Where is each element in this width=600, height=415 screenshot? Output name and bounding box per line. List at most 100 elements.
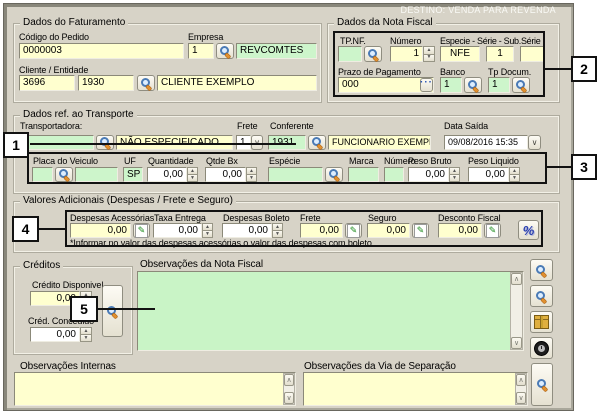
desconto-fiscal-field[interactable]: 0,00 (438, 223, 482, 238)
peso-bruto-spinner[interactable]: ▲▼ (449, 167, 460, 182)
cred-concedido-spinner[interactable]: ▲▼ (80, 327, 92, 342)
tpnf-search-button[interactable] (364, 46, 382, 62)
cliente-code1-field[interactable]: 3696 (19, 75, 75, 91)
chevron-up-icon: ∧ (514, 276, 519, 283)
edit-note-icon: ✎ (347, 224, 360, 238)
obs-internas-textarea[interactable] (14, 372, 296, 406)
transportadora-search-button[interactable] (96, 135, 114, 150)
prazo-ellipsis-button[interactable]: ··· (420, 78, 433, 92)
quantidade-spinner[interactable]: ▲▼ (187, 167, 198, 182)
seguro-edit-button[interactable]: ✎ (412, 223, 429, 238)
placa-code-field[interactable] (32, 167, 53, 182)
scroll-up-button[interactable]: ∧ (516, 374, 526, 386)
spin-up-icon[interactable]: ▲ (80, 327, 92, 334)
spin-up-icon[interactable]: ▲ (449, 167, 460, 174)
placa-search-button[interactable] (55, 167, 73, 182)
spin-up-icon[interactable]: ▲ (272, 223, 283, 230)
empresa-name-field[interactable]: REVCOMTES (236, 43, 317, 59)
obs-nota-fiscal-textarea[interactable] (137, 271, 524, 351)
empresa-search-button[interactable] (216, 43, 234, 59)
percent-button[interactable]: % (518, 220, 539, 240)
side-search-button-1[interactable] (530, 259, 553, 281)
taxa-entrega-spinner[interactable]: ▲▼ (202, 223, 213, 238)
spin-down-icon[interactable]: ▼ (423, 54, 435, 63)
spin-up-icon[interactable]: ▲ (509, 167, 520, 174)
spin-down-icon[interactable]: ▼ (202, 230, 213, 238)
spin-down-icon[interactable]: ▼ (187, 174, 198, 182)
peso-liquido-field[interactable]: 0,00 (468, 167, 509, 182)
spin-up-icon[interactable]: ▲ (187, 167, 198, 174)
especie2-field[interactable] (268, 167, 323, 182)
tpnf-field[interactable] (338, 46, 362, 62)
placa-label: Placa do Veiculo (33, 156, 98, 166)
despesas-acessorias-field[interactable]: 0,00 (70, 223, 131, 238)
peso-liquido-spinner[interactable]: ▲▼ (509, 167, 520, 182)
cliente-name-field[interactable]: CLIENTE EXEMPLO (157, 75, 317, 91)
serie-field[interactable]: 1 (486, 46, 514, 62)
frete-valor-field[interactable]: 0,00 (300, 223, 343, 238)
frete-dropdown-button[interactable]: ∨ (251, 135, 263, 150)
numero-field[interactable]: 1 (390, 46, 423, 62)
obs-nota-fiscal-scrollbar[interactable]: ∧ ∨ (510, 272, 523, 350)
spin-down-icon[interactable]: ▼ (246, 174, 257, 182)
tpdocum-search-button[interactable] (512, 77, 530, 93)
cliente-code2-field[interactable]: 1930 (78, 75, 134, 91)
placa-name-field[interactable] (75, 167, 118, 182)
codigo-pedido-field[interactable]: 0000003 (19, 43, 184, 59)
transportadora-code-field[interactable]: 1 (19, 135, 94, 150)
marca-field[interactable] (348, 167, 379, 182)
tpdocum-field[interactable]: 1 (488, 77, 510, 93)
spin-up-icon[interactable]: ▲ (246, 167, 257, 174)
frete-valor-edit-button[interactable]: ✎ (345, 223, 362, 238)
conferente-code-field[interactable]: 1931 (268, 135, 306, 150)
spin-down-icon[interactable]: ▼ (449, 174, 460, 182)
obs-internas-scrollbar[interactable]: ∧ ∨ (283, 373, 295, 405)
numero2-field[interactable] (384, 167, 404, 182)
scroll-up-button[interactable]: ∧ (284, 374, 294, 386)
desconto-fiscal-edit-button[interactable]: ✎ (484, 223, 501, 238)
scroll-down-button[interactable]: ∨ (511, 337, 522, 349)
conferente-name-field[interactable]: FUNCIONARIO EXEMPLO (328, 135, 431, 150)
banco-field[interactable]: 1 (440, 77, 462, 93)
especie2-search-button[interactable] (325, 167, 343, 182)
uf-field[interactable]: SP (123, 167, 143, 182)
especie-field[interactable]: NFE (440, 46, 480, 62)
data-saida-dropdown-button[interactable]: ∨ (528, 135, 541, 150)
qtdebx-field[interactable]: 0,00 (205, 167, 246, 182)
creditos-search-button[interactable] (102, 285, 123, 337)
scroll-down-button[interactable]: ∨ (284, 392, 294, 404)
numero-spinner[interactable]: ▲▼ (423, 46, 435, 62)
scroll-down-button[interactable]: ∨ (516, 392, 526, 404)
spin-up-icon[interactable]: ▲ (202, 223, 213, 230)
side-search-button-2[interactable] (530, 285, 553, 307)
qtdebx-spinner[interactable]: ▲▼ (246, 167, 257, 182)
seguro-field[interactable]: 0,00 (367, 223, 410, 238)
despesas-acessorias-edit-button[interactable]: ✎ (133, 223, 150, 238)
cliente-search-button[interactable] (137, 75, 155, 91)
despesas-boleto-field[interactable]: 0,00 (222, 223, 272, 238)
data-saida-field[interactable]: 09/08/2016 15:35 (444, 135, 528, 150)
uf-label: UF (124, 156, 136, 166)
empresa-code-field[interactable]: 1 (188, 43, 214, 59)
cred-concedido-field[interactable]: 0,00 (30, 327, 80, 342)
clock-button[interactable] (530, 337, 553, 359)
despesas-boleto-spinner[interactable]: ▲▼ (272, 223, 283, 238)
obs-via-separacao-textarea[interactable] (303, 372, 528, 406)
package-button[interactable] (530, 311, 553, 333)
side-search-button-3[interactable] (531, 363, 553, 406)
frete-combobox[interactable]: 1 (236, 135, 251, 150)
spin-up-icon[interactable]: ▲ (423, 46, 435, 54)
taxa-entrega-field[interactable]: 0,00 (153, 223, 202, 238)
spin-down-icon[interactable]: ▼ (509, 174, 520, 182)
conferente-search-button[interactable] (308, 135, 326, 150)
peso-bruto-field[interactable]: 0,00 (408, 167, 449, 182)
scroll-up-button[interactable]: ∧ (511, 273, 522, 285)
banco-search-button[interactable] (464, 77, 482, 93)
transportadora-name-field[interactable]: NÃO ESPECIFICADO (116, 135, 233, 150)
quantidade-field[interactable]: 0,00 (147, 167, 187, 182)
subserie-field[interactable] (520, 46, 544, 62)
obs-via-separacao-scrollbar[interactable]: ∧ ∨ (515, 373, 527, 405)
callout-5: 5 (70, 296, 98, 322)
spin-down-icon[interactable]: ▼ (80, 334, 92, 342)
spin-down-icon[interactable]: ▼ (272, 230, 283, 238)
